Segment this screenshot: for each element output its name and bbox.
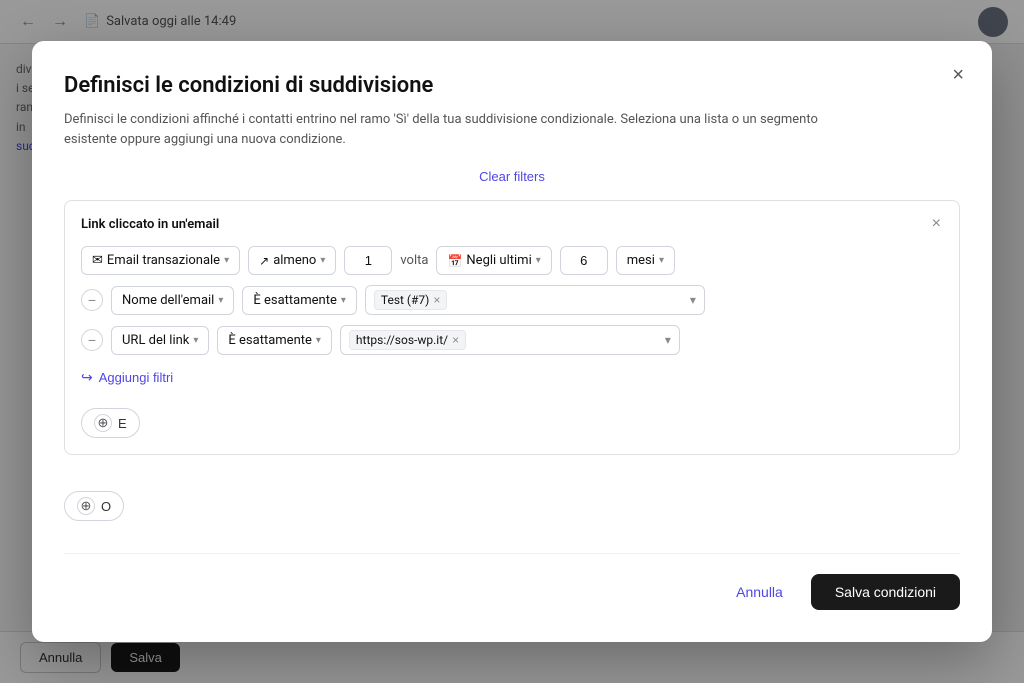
email-type-label: Email transazionale: [107, 253, 220, 268]
tag-1-value: Test (#7) ×: [374, 290, 447, 310]
modal-title: Definisci le condizioni di suddivisione: [64, 73, 960, 98]
frequency-dropdown[interactable]: ↗ almeno ▾: [248, 246, 336, 275]
and-plus-icon: ⊕: [94, 414, 112, 432]
modal-footer: Annulla Salva condizioni: [64, 553, 960, 610]
condition-card-title: Link cliccato in un'email: [81, 217, 943, 232]
field-2-chevron: ▾: [193, 335, 198, 346]
time-range-label: Negli ultimi: [466, 253, 531, 268]
field-1-chevron: ▾: [218, 295, 223, 306]
operator-1-dropdown[interactable]: È esattamente ▾: [242, 286, 357, 315]
tag-input-2[interactable]: https://sos-wp.it/ × ▾: [340, 325, 680, 355]
modal: × Definisci le condizioni di suddivision…: [32, 41, 992, 642]
time-value-input[interactable]: [560, 246, 608, 275]
frequency-count-input[interactable]: [344, 246, 392, 275]
tag-1-remove-button[interactable]: ×: [433, 294, 440, 306]
operator-2-dropdown[interactable]: È esattamente ▾: [217, 326, 332, 355]
tag-2-dropdown-arrow[interactable]: ▾: [661, 333, 671, 347]
modal-close-button[interactable]: ×: [944, 61, 972, 89]
modal-overlay: × Definisci le condizioni di suddivision…: [0, 0, 1024, 683]
or-button-container: ⊕ O: [64, 483, 960, 521]
add-filters-button[interactable]: ↪ Aggiungi filtri: [81, 365, 173, 390]
tag-2-value: https://sos-wp.it/ ×: [349, 330, 466, 350]
time-unit-chevron: ▾: [659, 255, 664, 266]
clear-filters-button[interactable]: Clear filters: [64, 169, 960, 184]
condition-card-close-button[interactable]: ×: [926, 213, 947, 235]
time-unit-label: mesi: [627, 253, 655, 268]
tag-1-text: Test (#7): [381, 293, 429, 307]
filter-row-1: − Nome dell'email ▾ È esattamente ▾ Test…: [81, 285, 943, 315]
operator-2-chevron: ▾: [316, 335, 321, 346]
operator-1-label: È esattamente: [253, 293, 336, 308]
remove-filter-2-button[interactable]: −: [81, 329, 103, 351]
and-button[interactable]: ⊕ E: [81, 408, 140, 438]
operator-1-chevron: ▾: [341, 295, 346, 306]
frequency-chevron: ▾: [320, 255, 325, 266]
filter-row-2: − URL del link ▾ È esattamente ▾ https:/…: [81, 325, 943, 355]
add-filters-arrow-icon: ↪: [81, 369, 93, 386]
email-type-dropdown[interactable]: ✉ Email transazionale ▾: [81, 246, 240, 275]
remove-filter-1-button[interactable]: −: [81, 289, 103, 311]
condition-card: Link cliccato in un'email × ✉ Email tran…: [64, 200, 960, 455]
time-unit-dropdown[interactable]: mesi ▾: [616, 246, 675, 275]
time-range-dropdown[interactable]: 📅 Negli ultimi ▾: [436, 246, 551, 275]
footer-annulla-button[interactable]: Annulla: [720, 576, 799, 608]
time-range-chevron: ▾: [536, 255, 541, 266]
tag-1-dropdown-arrow[interactable]: ▾: [686, 293, 696, 307]
calendar-icon: 📅: [447, 254, 462, 268]
modal-description: Definisci le condizioni affinché i conta…: [64, 110, 864, 149]
field-2-dropdown[interactable]: URL del link ▾: [111, 326, 209, 355]
add-filters-label: Aggiungi filtri: [99, 370, 173, 385]
frequency-unit-label: volta: [400, 253, 428, 268]
field-1-label: Nome dell'email: [122, 293, 214, 308]
or-plus-icon: ⊕: [77, 497, 95, 515]
tag-2-text: https://sos-wp.it/: [356, 333, 448, 347]
footer-salva-button[interactable]: Salva condizioni: [811, 574, 960, 610]
field-2-label: URL del link: [122, 333, 189, 348]
and-button-container: ⊕ E: [81, 400, 943, 438]
condition-top-row: ✉ Email transazionale ▾ ↗ almeno ▾ volta…: [81, 246, 943, 275]
email-type-chevron: ▾: [224, 255, 229, 266]
field-1-dropdown[interactable]: Nome dell'email ▾: [111, 286, 234, 315]
tag-2-remove-button[interactable]: ×: [452, 334, 459, 346]
and-label: E: [118, 416, 127, 431]
trend-icon: ↗: [259, 254, 269, 268]
or-label: O: [101, 499, 111, 514]
frequency-label: almeno: [273, 253, 316, 268]
minus-icon-2: −: [88, 332, 96, 348]
envelope-icon: ✉: [92, 253, 103, 268]
or-button[interactable]: ⊕ O: [64, 491, 124, 521]
operator-2-label: È esattamente: [228, 333, 311, 348]
minus-icon-1: −: [88, 292, 96, 308]
tag-input-1[interactable]: Test (#7) × ▾: [365, 285, 705, 315]
